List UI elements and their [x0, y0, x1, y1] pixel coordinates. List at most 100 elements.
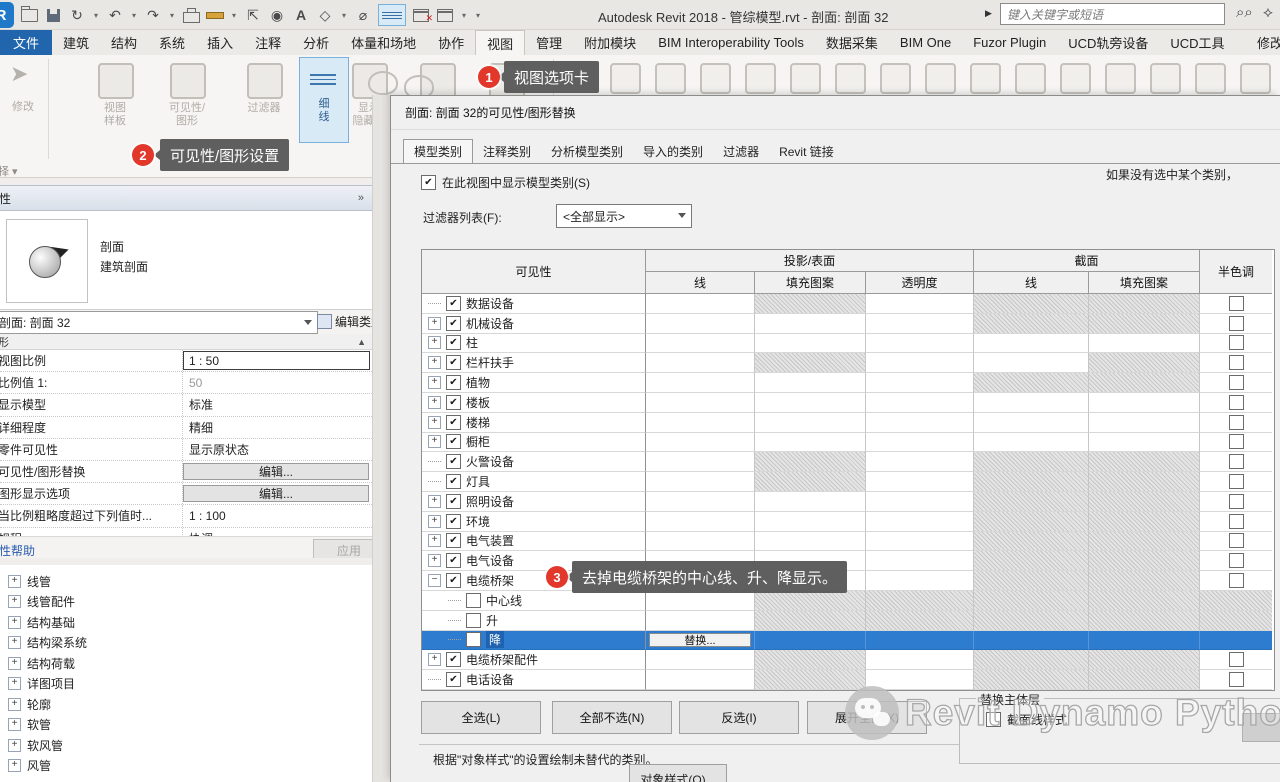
show-model-categories-checkbox[interactable]: ✔	[421, 175, 436, 190]
halftone-checkbox[interactable]	[1229, 672, 1244, 687]
col-header-transparency[interactable]: 透明度	[866, 272, 974, 294]
property-value[interactable]: 标准	[183, 394, 372, 415]
aligned-dimension-icon[interactable]: ⇱	[244, 6, 262, 24]
collapse-minus-icon[interactable]: −	[428, 574, 441, 587]
projection-fill-cell[interactable]	[755, 452, 866, 472]
section-line-cell[interactable]	[974, 373, 1089, 393]
halftone-checkbox[interactable]	[1229, 415, 1244, 430]
section-line-cell[interactable]	[974, 591, 1089, 611]
visibility-checkbox[interactable]: ✔	[446, 533, 461, 548]
table-row-电缆桥架配件[interactable]: +✔电缆桥架配件	[422, 650, 1274, 670]
category-cell[interactable]: 降	[422, 631, 646, 651]
halftone-cell[interactable]	[1200, 413, 1272, 433]
projection-line-cell[interactable]	[646, 413, 755, 433]
dialog-button-展开全部(X)[interactable]: 展开全部(X)	[807, 701, 927, 734]
visibility-checkbox[interactable]: ✔	[446, 514, 461, 529]
projection-fill-cell[interactable]	[755, 512, 866, 532]
ribbon-tab-修改[interactable]: 修改	[1246, 30, 1280, 55]
section-line-cell[interactable]	[974, 393, 1089, 413]
halftone-cell[interactable]	[1200, 373, 1272, 393]
visibility-checkbox[interactable]: ✔	[446, 434, 461, 449]
halftone-checkbox[interactable]	[1229, 573, 1244, 588]
table-row-机械设备[interactable]: +✔机械设备	[422, 314, 1274, 334]
table-row-数据设备[interactable]: ✔数据设备	[422, 294, 1274, 314]
visibility-checkbox[interactable]: ✔	[446, 553, 461, 568]
expand-plus-icon[interactable]: +	[8, 616, 21, 629]
browser-item-轮廓[interactable]: +轮廓	[0, 694, 372, 714]
visibility-checkbox[interactable]: ✔	[446, 296, 461, 311]
transparency-cell[interactable]	[866, 631, 974, 651]
redo-icon[interactable]: ↷	[144, 6, 162, 24]
visibility-checkbox[interactable]: ✔	[446, 573, 461, 588]
browser-item-结构基础[interactable]: +结构基础	[0, 612, 372, 632]
transparency-cell[interactable]	[866, 314, 974, 334]
halftone-cell[interactable]	[1200, 393, 1272, 413]
table-row-栏杆扶手[interactable]: +✔栏杆扶手	[422, 353, 1274, 373]
property-value[interactable]: 精细	[183, 417, 372, 438]
halftone-cell[interactable]	[1200, 512, 1272, 532]
default-3d-view-icon[interactable]: ◇	[316, 6, 334, 24]
visibility-checkbox[interactable]: ✔	[446, 316, 461, 331]
ribbon-button-1[interactable]: 可见性/ 图形	[152, 102, 222, 128]
col-header-sect-fill[interactable]: 填充图案	[1089, 272, 1200, 294]
halftone-cell[interactable]	[1200, 631, 1272, 651]
browser-item-软管[interactable]: +软管	[0, 715, 372, 735]
expand-plus-icon[interactable]: +	[8, 759, 21, 772]
ribbon-tab-建筑[interactable]: 建筑	[52, 30, 100, 55]
transparency-cell[interactable]	[866, 492, 974, 512]
dialog-tab-导入的类别[interactable]: 导入的类别	[633, 140, 713, 164]
browser-item-风管[interactable]: +风管	[0, 756, 372, 776]
transparency-cell[interactable]	[866, 591, 974, 611]
section-fill-cell[interactable]	[1089, 433, 1200, 453]
table-row-楼板[interactable]: +✔楼板	[422, 393, 1274, 413]
category-cell[interactable]: +✔电缆桥架配件	[422, 650, 646, 670]
browser-item-线管配件[interactable]: +线管配件	[0, 592, 372, 612]
transparency-cell[interactable]	[866, 413, 974, 433]
projection-line-cell[interactable]	[646, 611, 755, 631]
element-selector-combo[interactable]: 剖面: 剖面 32	[0, 311, 318, 334]
transparency-cell[interactable]	[866, 650, 974, 670]
override-button[interactable]: 替换...	[649, 633, 751, 648]
dialog-tab-Revit 链接[interactable]: Revit 链接	[769, 140, 844, 164]
expand-plus-icon[interactable]: +	[428, 317, 441, 330]
projection-fill-cell[interactable]	[755, 433, 866, 453]
properties-palette-header[interactable]: 属性 »	[0, 185, 372, 211]
property-value[interactable]: 1 : 100	[183, 505, 372, 526]
property-edit-button[interactable]: 编辑...	[183, 485, 369, 502]
select-panel-dropdown[interactable]: 选择 ▾	[0, 163, 46, 179]
visibility-checkbox[interactable]: ✔	[446, 335, 461, 350]
section-line-cell[interactable]	[974, 472, 1089, 492]
section-fill-cell[interactable]	[1089, 551, 1200, 571]
halftone-cell[interactable]	[1200, 334, 1272, 354]
section-fill-cell[interactable]	[1089, 650, 1200, 670]
expand-plus-icon[interactable]: +	[8, 718, 21, 731]
ribbon-tab-数据采集[interactable]: 数据采集	[815, 30, 889, 55]
table-row-降[interactable]: 降替换...	[422, 631, 1274, 651]
projection-fill-cell[interactable]	[755, 591, 866, 611]
browser-item-线管[interactable]: +线管	[0, 571, 372, 591]
projection-fill-cell[interactable]	[755, 413, 866, 433]
projection-line-cell[interactable]	[646, 353, 755, 373]
communication-center-icon[interactable]: ⟡	[1263, 4, 1273, 21]
projection-line-cell[interactable]	[646, 532, 755, 552]
section-fill-cell[interactable]	[1089, 472, 1200, 492]
col-header-section[interactable]: 截面	[974, 250, 1200, 272]
ribbon-tab-UCD工具[interactable]: UCD工具	[1159, 30, 1235, 55]
halftone-checkbox[interactable]	[1229, 553, 1244, 568]
ribbon-tab-BIM Interoperability Tools[interactable]: BIM Interoperability Tools	[647, 30, 815, 55]
category-cell[interactable]: ✔灯具	[422, 472, 646, 492]
col-header-visibility[interactable]: 可见性	[422, 250, 646, 294]
dialog-button-反选(I)[interactable]: 反选(I)	[679, 701, 799, 734]
property-value[interactable]: 显示原状态	[183, 439, 372, 460]
table-row-中心线[interactable]: 中心线	[422, 591, 1274, 611]
category-cell[interactable]: ✔火警设备	[422, 452, 646, 472]
halftone-cell[interactable]	[1200, 492, 1272, 512]
col-header-proj-line[interactable]: 线	[646, 272, 755, 294]
category-cell[interactable]: 中心线	[422, 591, 646, 611]
section-fill-cell[interactable]	[1089, 492, 1200, 512]
halftone-checkbox[interactable]	[1229, 533, 1244, 548]
object-styles-button[interactable]: 对象样式(O)...	[629, 764, 727, 782]
section-fill-cell[interactable]	[1089, 353, 1200, 373]
table-row-照明设备[interactable]: +✔照明设备	[422, 492, 1274, 512]
category-cell[interactable]: +✔机械设备	[422, 314, 646, 334]
